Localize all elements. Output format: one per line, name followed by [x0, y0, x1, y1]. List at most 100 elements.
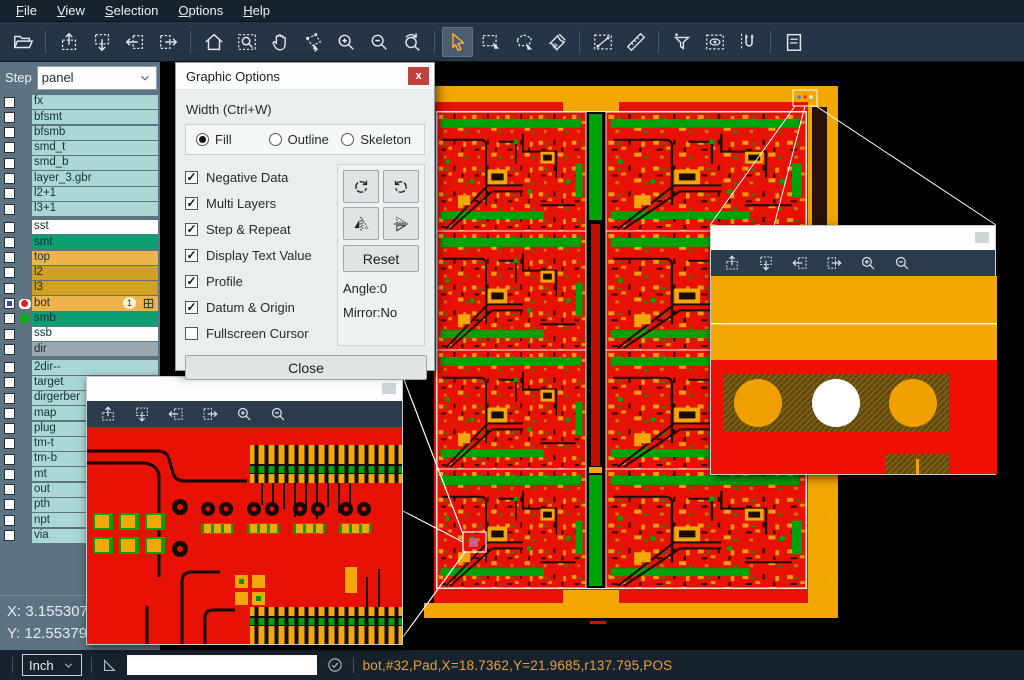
pan-right-button[interactable]: [199, 403, 221, 425]
zoom-out-button[interactable]: [891, 252, 913, 274]
checkbox-icon[interactable]: ✓: [185, 301, 198, 314]
checkbox-icon[interactable]: ✓: [185, 249, 198, 262]
layer-checkbox[interactable]: [4, 173, 15, 184]
pan-left-button[interactable]: [165, 403, 187, 425]
menu-file[interactable]: File: [6, 3, 47, 18]
layers-panel-button[interactable]: [778, 27, 809, 57]
layer-checkbox[interactable]: [4, 188, 15, 199]
menu-selection[interactable]: Selection: [95, 3, 168, 18]
radio-icon[interactable]: [269, 133, 282, 146]
menu-help[interactable]: Help: [233, 3, 280, 18]
menu-options[interactable]: Options: [168, 3, 233, 18]
select-arrow-button[interactable]: [442, 27, 473, 57]
dialog-title-bar[interactable]: Graphic Options x: [176, 63, 434, 90]
zoom-window-title-bar[interactable]: [711, 226, 995, 250]
option-fullscreen-cursor[interactable]: Fullscreen Cursor: [185, 320, 337, 346]
pan-hand-button[interactable]: [264, 27, 295, 57]
layer-checkbox[interactable]: [4, 344, 15, 355]
layer-name[interactable]: dir: [32, 342, 158, 356]
layer-checkbox[interactable]: [4, 377, 15, 388]
zoom-detail-view-right[interactable]: [711, 276, 997, 474]
home-view-button[interactable]: [198, 27, 229, 57]
radio-fill[interactable]: Fill: [196, 132, 269, 147]
layer-name[interactable]: l2: [32, 266, 158, 280]
zoom-window-button[interactable]: [231, 27, 262, 57]
checkbox-icon[interactable]: ✓: [185, 197, 198, 210]
zoom-in-button[interactable]: [857, 252, 879, 274]
option-step-repeat[interactable]: ✓Step & Repeat: [185, 216, 337, 242]
option-display-text-value[interactable]: ✓Display Text Value: [185, 242, 337, 268]
pan-up-button[interactable]: [53, 27, 84, 57]
checkbox-icon[interactable]: [185, 327, 198, 340]
pan-down-button[interactable]: [131, 403, 153, 425]
move-vertex-button[interactable]: [297, 27, 328, 57]
flip-h-button[interactable]: [343, 207, 379, 240]
layer-checkbox[interactable]: [4, 97, 15, 108]
option-negative-data[interactable]: ✓Negative Data: [185, 164, 337, 190]
layer-checkbox[interactable]: [4, 484, 15, 495]
layer-name[interactable]: bot1: [32, 296, 158, 310]
rotate-ccw-button[interactable]: [383, 170, 419, 203]
measure-distance-button[interactable]: [587, 27, 618, 57]
pan-left-button[interactable]: [119, 27, 150, 57]
layer-name[interactable]: l3+1: [32, 202, 158, 216]
layer-checkbox[interactable]: [4, 237, 15, 248]
flip-v-button[interactable]: [383, 207, 419, 240]
measure-ruler-button[interactable]: [620, 27, 651, 57]
layer-checkbox[interactable]: [4, 313, 15, 324]
checkbox-icon[interactable]: ✓: [185, 171, 198, 184]
zoom-in-button[interactable]: [330, 27, 361, 57]
pan-up-button[interactable]: [97, 403, 119, 425]
open-file-button[interactable]: [7, 27, 38, 57]
radio-skeleton[interactable]: Skeleton: [341, 132, 414, 147]
close-button[interactable]: Close: [185, 355, 427, 380]
option-multi-layers[interactable]: ✓Multi Layers: [185, 190, 337, 216]
grid-icon[interactable]: [143, 298, 154, 309]
layer-checkbox[interactable]: [4, 423, 15, 434]
zoom-out-button[interactable]: [363, 27, 394, 57]
layer-checkbox[interactable]: [4, 298, 15, 309]
layer-checkbox[interactable]: [4, 283, 15, 294]
pan-up-button[interactable]: [721, 252, 743, 274]
layer-name[interactable]: top: [32, 251, 158, 265]
unit-select[interactable]: Inch: [22, 654, 82, 676]
radio-icon[interactable]: [341, 133, 354, 146]
checkbox-icon[interactable]: ✓: [185, 223, 198, 236]
pan-left-button[interactable]: [789, 252, 811, 274]
zoom-window-title-bar[interactable]: [87, 377, 402, 401]
command-input[interactable]: [127, 655, 317, 675]
close-icon[interactable]: x: [408, 67, 429, 85]
layer-name[interactable]: fx: [32, 95, 158, 109]
zoom-in-button[interactable]: [233, 403, 255, 425]
reset-button[interactable]: Reset: [343, 245, 419, 272]
layer-name[interactable]: bfsmt: [32, 110, 158, 124]
pan-right-button[interactable]: [152, 27, 183, 57]
layer-checkbox[interactable]: [4, 329, 15, 340]
option-profile[interactable]: ✓Profile: [185, 268, 337, 294]
step-select[interactable]: panel: [37, 66, 157, 90]
menu-view[interactable]: View: [47, 3, 95, 18]
filter-button[interactable]: [666, 27, 697, 57]
layer-checkbox[interactable]: [4, 438, 15, 449]
select-polygon-button[interactable]: [508, 27, 539, 57]
layer-checkbox[interactable]: [4, 204, 15, 215]
layer-checkbox[interactable]: [4, 142, 15, 153]
zoom-previous-button[interactable]: [396, 27, 427, 57]
layer-checkbox[interactable]: [4, 469, 15, 480]
zoom-detail-view-left[interactable]: [87, 427, 402, 644]
layer-checkbox[interactable]: [4, 362, 15, 373]
zoom-out-button[interactable]: [267, 403, 289, 425]
layer-name[interactable]: sst: [32, 220, 158, 234]
layer-checkbox[interactable]: [4, 127, 15, 138]
layer-checkbox[interactable]: [4, 112, 15, 123]
snap-magnet-button[interactable]: [732, 27, 763, 57]
layer-name[interactable]: smd_b: [32, 156, 158, 170]
layer-name[interactable]: smt: [32, 235, 158, 249]
radio-icon[interactable]: [196, 133, 209, 146]
window-button[interactable]: [975, 232, 989, 243]
layer-name[interactable]: smd_t: [32, 141, 158, 155]
layer-checkbox[interactable]: [4, 515, 15, 526]
layer-checkbox[interactable]: [4, 408, 15, 419]
layer-checkbox[interactable]: [4, 393, 15, 404]
layer-name[interactable]: bfsmb: [32, 126, 158, 140]
